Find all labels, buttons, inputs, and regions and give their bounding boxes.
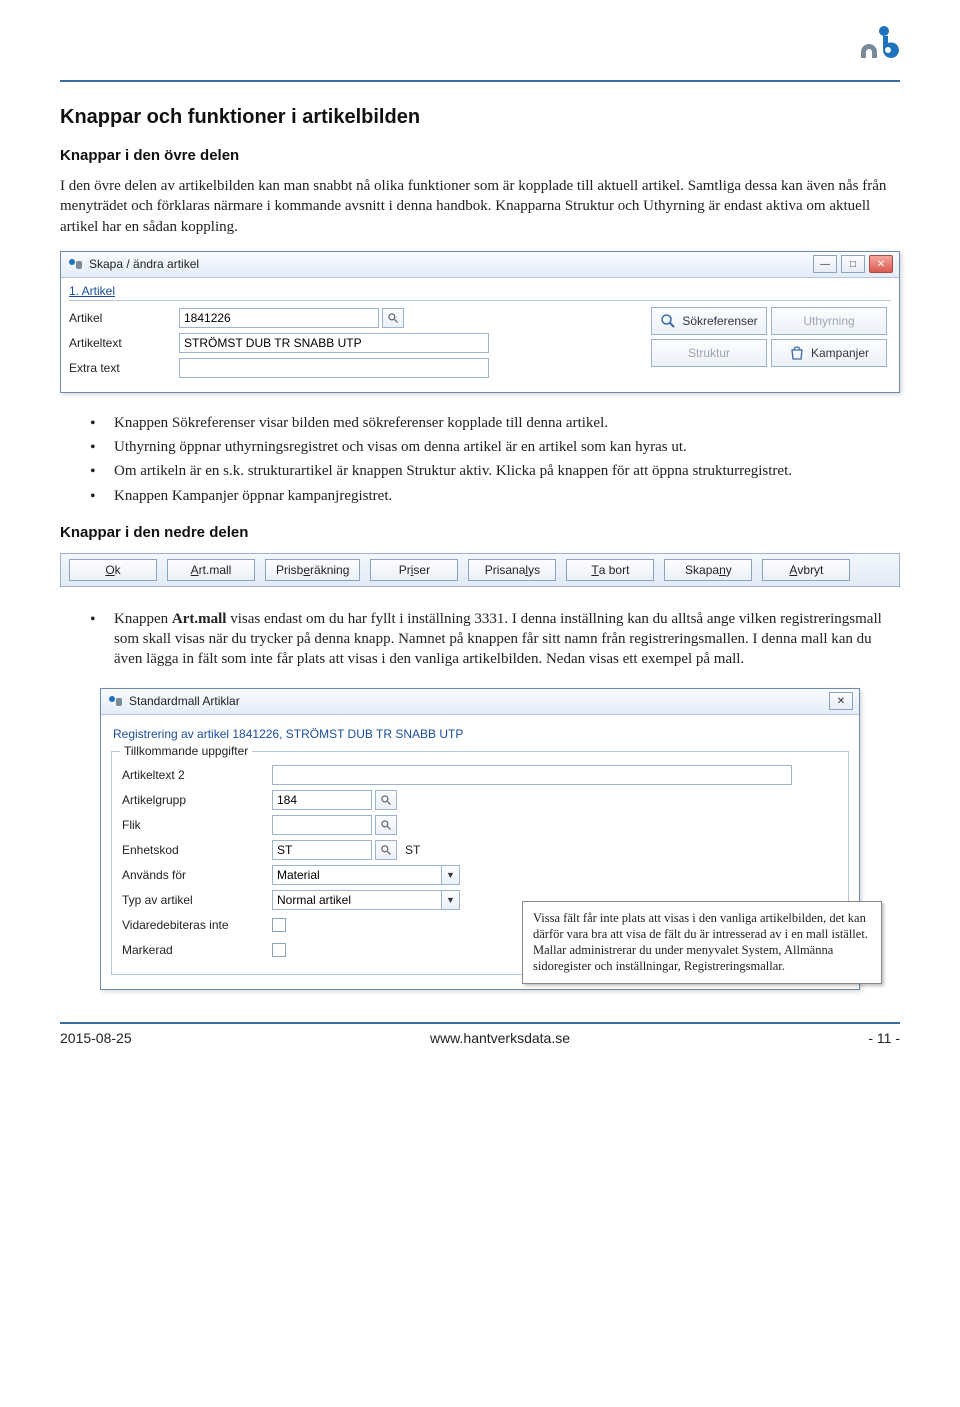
footer-date: 2015-08-25 (60, 1030, 132, 1046)
app-icon (67, 256, 83, 272)
search-icon (660, 313, 676, 329)
ok-button[interactable]: Ok (69, 559, 157, 581)
list-item: Knappen Sökreferenser visar bilden med s… (90, 413, 900, 433)
flik-lookup-button[interactable] (375, 815, 397, 835)
window-titlebar: Skapa / ändra artikel — □ ✕ (61, 252, 899, 278)
label-artikel: Artikel (69, 311, 179, 325)
list-item: Knappen Art.mall visas endast om du har … (90, 609, 900, 670)
chevron-down-icon: ▼ (442, 865, 460, 885)
window-minimize-button[interactable]: — (813, 255, 837, 273)
window-maximize-button[interactable]: □ (841, 255, 865, 273)
artikel-lookup-button[interactable] (382, 308, 404, 328)
label-typ-av-artikel: Typ av artikel (122, 893, 272, 907)
sokreferenser-button[interactable]: Sökreferenser (651, 307, 767, 335)
priser-button[interactable]: Priser (370, 559, 458, 581)
page-title: Knappar och funktioner i artikelbilden (60, 106, 900, 129)
registration-line: Registrering av artikel 1841226, STRÖMST… (113, 727, 849, 741)
list-item: Knappen Kampanjer öppnar kampanjregistre… (90, 486, 900, 506)
enhetskod-suffix: ST (405, 843, 420, 857)
page-footer: 2015-08-25 www.hantverksdata.se - 11 - (60, 1022, 900, 1046)
label-artikeltext2: Artikeltext 2 (122, 768, 272, 782)
app-icon (107, 693, 123, 709)
section-1-artikel: 1. Artikel (69, 284, 891, 301)
fieldset-legend: Tillkommande uppgifter (120, 744, 252, 758)
bullet-list-lower: Knappen Art.mall visas endast om du har … (60, 609, 900, 670)
avbryt-button[interactable]: Avbryt (762, 559, 850, 581)
window-title: Standardmall Artiklar (129, 694, 825, 708)
label-artikelgrupp: Artikelgrupp (122, 793, 272, 807)
artikeltext-field[interactable] (179, 333, 489, 353)
section-heading-upper: Knappar i den övre delen (60, 147, 900, 164)
prisanalys-button[interactable]: Prisanalys (468, 559, 556, 581)
artikel-field[interactable] (179, 308, 379, 328)
vidaredebiteras-checkbox[interactable] (272, 918, 286, 932)
label-markerad: Markerad (122, 943, 272, 957)
extratext-field[interactable] (179, 358, 489, 378)
window-skapa-andra-artikel: Skapa / ändra artikel — □ ✕ 1. Artikel A… (60, 251, 900, 393)
button-bar: Ok Art.mall Prisberäkning Priser Prisana… (60, 553, 900, 587)
label-anvands-for: Används för (122, 868, 272, 882)
skapa-ny-button[interactable]: Skapa ny (664, 559, 752, 581)
prisberakning-button[interactable]: Prisberäkning (265, 559, 360, 581)
label-enhetskod: Enhetskod (122, 843, 272, 857)
label-flik: Flik (122, 818, 272, 832)
window-close-button[interactable]: ✕ (869, 255, 893, 273)
typ-av-artikel-select[interactable]: ▼ (272, 890, 460, 910)
ta-bort-button[interactable]: Ta bort (566, 559, 654, 581)
markerad-checkbox[interactable] (272, 943, 286, 957)
bag-icon (789, 345, 805, 361)
anvands-for-select[interactable]: ▼ (272, 865, 460, 885)
header-divider (60, 80, 900, 82)
label-artikeltext: Artikeltext (69, 336, 179, 350)
window-titlebar: Standardmall Artiklar ✕ (101, 689, 859, 715)
art-mall-button[interactable]: Art.mall (167, 559, 255, 581)
list-item: Om artikeln är en s.k. strukturartikel ä… (90, 461, 900, 481)
label-extratext: Extra text (69, 361, 179, 375)
uthyrning-button[interactable]: Uthyrning (771, 307, 887, 335)
section-heading-lower: Knappar i den nedre delen (60, 524, 900, 541)
brand-logo (860, 22, 900, 62)
enhetskod-field[interactable] (272, 840, 372, 860)
window-title: Skapa / ändra artikel (89, 257, 809, 271)
label-vidaredebiteras: Vidaredebiteras inte (122, 918, 272, 932)
window-close-button[interactable]: ✕ (829, 692, 853, 710)
footer-page: - 11 - (868, 1030, 900, 1046)
kampanjer-button[interactable]: Kampanjer (771, 339, 887, 367)
intro-paragraph: I den övre delen av artikelbilden kan ma… (60, 176, 900, 237)
artikeltext2-field[interactable] (272, 765, 792, 785)
chevron-down-icon: ▼ (442, 890, 460, 910)
enhetskod-lookup-button[interactable] (375, 840, 397, 860)
artikelgrupp-lookup-button[interactable] (375, 790, 397, 810)
callout-box: Vissa fält får inte plats att visas i de… (522, 901, 882, 984)
list-item: Uthyrning öppnar uthyrningsregistret och… (90, 437, 900, 457)
artikelgrupp-field[interactable] (272, 790, 372, 810)
footer-url: www.hantverksdata.se (430, 1030, 570, 1046)
struktur-button[interactable]: Struktur (651, 339, 767, 367)
bullet-list-upper: Knappen Sökreferenser visar bilden med s… (60, 413, 900, 506)
flik-field[interactable] (272, 815, 372, 835)
